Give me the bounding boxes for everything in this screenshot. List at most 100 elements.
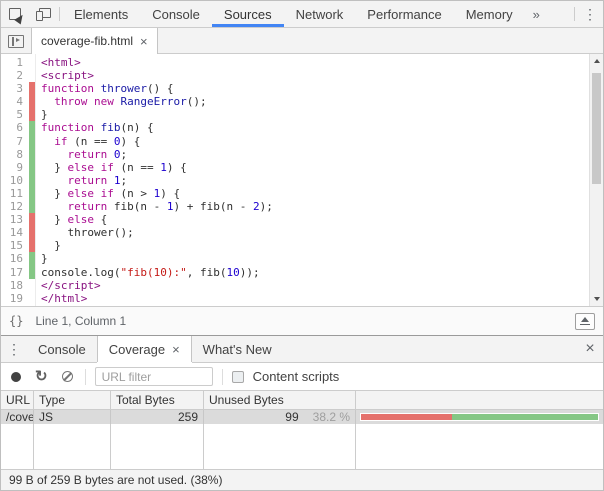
code-line[interactable]: 14 thrower(); [1,226,589,239]
coverage-table-empty-area [1,424,603,469]
drawer-close-button[interactable]: × [577,336,603,362]
column-header-url[interactable]: URL [1,391,34,409]
code-token: } [41,252,48,265]
panel-tab-elements[interactable]: Elements [62,1,140,27]
line-number[interactable]: 1 [1,56,27,69]
panel-tab-memory[interactable]: Memory [454,1,525,27]
code-text: </script> [35,279,101,292]
code-line[interactable]: 17 console.log("fib(10):", fib(10)); [1,266,589,279]
code-token: return [68,174,108,187]
editor-scrollbar[interactable] [589,54,603,306]
cell-unused-bytes: 9938.2 % [204,410,356,424]
code-text: console.log("fib(10):", fib(10)); [35,266,260,279]
code-line[interactable]: 15 } [1,239,589,252]
coverage-row[interactable]: /coverage-fib.htmlJS2599938.2 % [1,410,603,424]
code-line[interactable]: 12 return fib(n - 1) + fib(n - 2); [1,200,589,213]
content-scripts-checkbox[interactable] [232,371,244,383]
devtools-menu-button[interactable]: ⋮ [577,1,603,27]
device-toolbar-button[interactable] [29,1,57,27]
drawer-menu-button[interactable]: ⋮ [1,336,27,362]
pretty-print-icon[interactable]: {} [9,314,23,328]
line-number[interactable]: 5 [1,108,27,121]
line-number[interactable]: 13 [1,213,27,226]
more-panels-button[interactable]: » [525,1,548,27]
code-token [87,95,94,108]
url-filter-input[interactable] [95,367,213,386]
panel-tab-network[interactable]: Network [284,1,356,27]
line-number[interactable]: 19 [1,292,27,305]
code-line[interactable]: 6 function fib(n) { [1,121,589,134]
code-line[interactable]: 1<html> [1,56,589,69]
line-number[interactable]: 15 [1,239,27,252]
line-number[interactable]: 17 [1,266,27,279]
scrollbar-up-arrow-icon[interactable] [590,55,603,67]
column-header-unused-bytes[interactable]: Unused Bytes [204,391,356,409]
source-code-editor[interactable]: 1<html>2<script>3function thrower() {4 t… [1,54,603,306]
record-coverage-button[interactable] [11,372,21,382]
code-line[interactable]: 11 } else if (n > 1) { [1,187,589,200]
code-line[interactable]: 19</html> [1,292,589,305]
code-line[interactable]: 4 throw new RangeError(); [1,95,589,108]
code-line[interactable]: 2<script> [1,69,589,82]
coverage-tab-close-icon[interactable]: × [172,343,180,356]
column-header-total-bytes[interactable]: Total Bytes [111,391,204,409]
show-navigator-button[interactable] [1,28,31,54]
line-number[interactable]: 16 [1,252,27,265]
line-number[interactable]: 9 [1,161,27,174]
line-number[interactable]: 8 [1,148,27,161]
code-text: throw new RangeError(); [35,95,207,108]
code-token: thrower [101,82,147,95]
panel-tab-console[interactable]: Console [140,1,212,27]
main-toolbar: ElementsConsoleSourcesNetworkPerformance… [1,1,603,28]
code-line[interactable]: 18 </script> [1,279,589,292]
code-token: thrower(); [41,226,134,239]
column-header-type[interactable]: Type [34,391,111,409]
code-line[interactable]: 8 return 0; [1,148,589,161]
line-number[interactable]: 6 [1,121,27,134]
scrollbar-down-arrow-icon[interactable] [590,293,603,305]
code-line[interactable]: 9 } else if (n == 1) { [1,161,589,174]
line-number[interactable]: 12 [1,200,27,213]
file-tab-close-icon[interactable]: × [140,35,148,48]
code-token: ) { [160,187,180,200]
line-number[interactable]: 2 [1,69,27,82]
code-token: if [54,135,67,148]
code-line[interactable]: 13 } else { [1,213,589,226]
expand-panel-button[interactable] [575,313,595,330]
drawer-tab-what-s-new[interactable]: What's New [192,336,283,362]
reload-icon[interactable]: ↻ [35,369,48,384]
code-line[interactable]: 7 if (n == 0) { [1,135,589,148]
sources-status-bar: {} Line 1, Column 1 [1,306,603,335]
line-number[interactable]: 4 [1,95,27,108]
line-number[interactable]: 14 [1,226,27,239]
code-text: function thrower() { [35,82,173,95]
line-number[interactable]: 11 [1,187,27,200]
column-header-chart[interactable] [356,391,603,409]
file-tab-coverage-fib[interactable]: coverage-fib.html × [31,28,158,54]
line-number[interactable]: 18 [1,279,27,292]
line-number[interactable]: 10 [1,174,27,187]
code-line[interactable]: 3 function thrower() { [1,82,589,95]
drawer-tab-coverage[interactable]: Coverage× [97,336,192,362]
coverage-table: URLTypeTotal BytesUnused Bytes /coverage… [1,391,603,469]
cell-type: JS [34,410,111,424]
cell-usage-chart [356,410,603,424]
line-number[interactable]: 7 [1,135,27,148]
drawer-tab-console[interactable]: Console [27,336,97,362]
code-line[interactable]: 16} [1,252,589,265]
panel-tab-performance[interactable]: Performance [355,1,453,27]
code-line[interactable]: 10 return 1; [1,174,589,187]
panel-tab-sources[interactable]: Sources [212,1,284,27]
code-line[interactable]: 5} [1,108,589,121]
empty-cell [356,424,603,469]
clear-coverage-icon[interactable] [62,371,73,382]
inspect-element-button[interactable] [1,1,29,27]
code-text: function fib(n) { [35,121,154,134]
code-token: ) { [167,161,187,174]
code-text: thrower(); [35,226,134,239]
scrollbar-thumb[interactable] [592,73,601,184]
code-token [41,95,54,108]
line-number[interactable]: 3 [1,82,27,95]
code-area[interactable]: 1<html>2<script>3function thrower() {4 t… [1,54,589,306]
code-token: } [41,108,48,121]
